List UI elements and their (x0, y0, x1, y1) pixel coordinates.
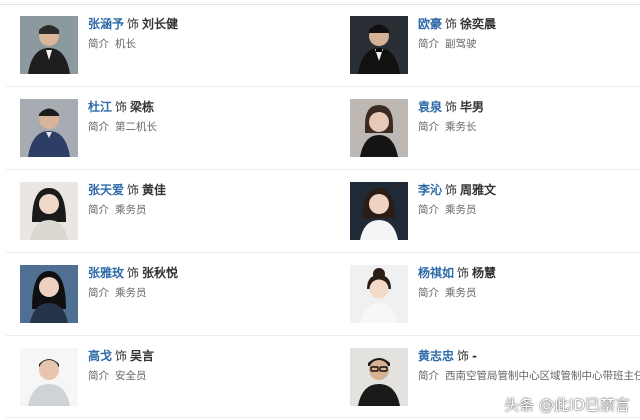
name-line: 杨祺如饰杨慧 (418, 265, 496, 281)
row-divider (6, 252, 640, 253)
watermark-text: 头条 @此ID已禁言 (504, 396, 630, 414)
cast-card[interactable]: 欧豪饰徐奕晨 简介 副驾驶 (350, 16, 640, 86)
name-line: 张雅玫饰张秋悦 (88, 265, 178, 281)
top-divider (0, 4, 640, 5)
name-line: 黄志忠饰 - (418, 348, 477, 364)
desc-text: 乘务长 (445, 121, 477, 133)
desc-line: 简介 机长 (88, 37, 136, 51)
actor-photo[interactable] (20, 99, 78, 157)
name-line: 张涵予饰刘长健 (88, 16, 178, 32)
role-name: 周雅文 (460, 183, 497, 197)
desc-label: 简介 (418, 38, 439, 50)
connector-text: 饰 (457, 349, 470, 363)
desc-label: 简介 (88, 370, 109, 382)
desc-line: 简介 乘务员 (418, 203, 477, 217)
connector-text: 饰 (457, 266, 470, 280)
actor-name-link[interactable]: 欧豪 (418, 17, 442, 31)
actor-photo[interactable] (20, 348, 78, 406)
desc-label: 简介 (88, 38, 109, 50)
actor-photo[interactable] (20, 16, 78, 74)
desc-line: 简介 乘务员 (88, 286, 147, 300)
connector-text: 饰 (445, 17, 458, 31)
desc-text: 机长 (115, 38, 136, 50)
actor-photo[interactable] (20, 182, 78, 240)
desc-label: 简介 (88, 204, 109, 216)
desc-text: 乘务员 (115, 204, 147, 216)
actor-name-link[interactable]: 杜江 (88, 100, 112, 114)
desc-label: 简介 (418, 370, 439, 382)
actor-photo[interactable] (20, 265, 78, 323)
cast-card[interactable]: 张天爱饰黄佳 简介 乘务员 (20, 182, 320, 252)
name-line: 杜江饰梁栋 (88, 99, 154, 115)
actor-name-link[interactable]: 高戈 (88, 349, 112, 363)
cast-card[interactable]: 张雅玫饰张秋悦 简介 乘务员 (20, 265, 320, 335)
connector-text: 饰 (115, 349, 128, 363)
row-divider (6, 169, 640, 170)
actor-photo[interactable] (350, 348, 408, 406)
name-line: 张天爱饰黄佳 (88, 182, 166, 198)
actor-photo[interactable] (350, 99, 408, 157)
cast-card[interactable]: 高戈饰吴言 简介 安全员 (20, 348, 320, 418)
desc-line: 简介 乘务员 (418, 286, 477, 300)
role-name: - (472, 349, 478, 363)
actor-name-link[interactable]: 李沁 (418, 183, 442, 197)
desc-line: 简介 乘务长 (418, 120, 477, 134)
desc-text: 第二机长 (115, 121, 157, 133)
name-line: 欧豪饰徐奕晨 (418, 16, 496, 32)
role-name: 杨慧 (472, 266, 497, 280)
desc-line: 简介 乘务员 (88, 203, 147, 217)
cast-list-panel: 张涵予饰刘长健 简介 机长 欧豪饰徐奕晨 简介 副驾驶 杜江饰梁栋 简介 第二机长 (0, 0, 640, 420)
desc-line: 简介 安全员 (88, 369, 147, 383)
role-name: 梁栋 (130, 100, 155, 114)
cast-card[interactable]: 李沁饰周雅文 简介 乘务员 (350, 182, 640, 252)
desc-text: 副驾驶 (445, 38, 477, 50)
name-line: 高戈饰吴言 (88, 348, 154, 364)
desc-label: 简介 (418, 287, 439, 299)
name-line: 袁泉饰毕男 (418, 99, 484, 115)
role-name: 毕男 (460, 100, 485, 114)
name-line: 李沁饰周雅文 (418, 182, 496, 198)
actor-photo[interactable] (350, 265, 408, 323)
connector-text: 饰 (127, 17, 140, 31)
actor-name-link[interactable]: 黄志忠 (418, 349, 454, 363)
desc-line: 简介 副驾驶 (418, 37, 477, 51)
role-name: 黄佳 (142, 183, 167, 197)
cast-card[interactable]: 张涵予饰刘长健 简介 机长 (20, 16, 320, 86)
actor-name-link[interactable]: 张雅玫 (88, 266, 124, 280)
role-name: 张秋悦 (142, 266, 179, 280)
desc-line: 简介 西南空管局管制中心区域管制中心带班主任 (418, 369, 640, 383)
connector-text: 饰 (127, 183, 140, 197)
row-divider (6, 335, 640, 336)
desc-label: 简介 (418, 121, 439, 133)
actor-photo[interactable] (350, 182, 408, 240)
desc-text: 乘务员 (445, 287, 477, 299)
role-name: 徐奕晨 (460, 17, 497, 31)
cast-card[interactable]: 袁泉饰毕男 简介 乘务长 (350, 99, 640, 169)
connector-text: 饰 (445, 100, 458, 114)
desc-text: 乘务员 (115, 287, 147, 299)
actor-photo[interactable] (350, 16, 408, 74)
role-name: 吴言 (130, 349, 155, 363)
row-divider (6, 86, 640, 87)
cast-card[interactable]: 杨祺如饰杨慧 简介 乘务员 (350, 265, 640, 335)
actor-name-link[interactable]: 袁泉 (418, 100, 442, 114)
desc-label: 简介 (418, 204, 439, 216)
desc-line: 简介 第二机长 (88, 120, 157, 134)
connector-text: 饰 (115, 100, 128, 114)
actor-name-link[interactable]: 张涵予 (88, 17, 124, 31)
desc-label: 简介 (88, 121, 109, 133)
connector-text: 饰 (445, 183, 458, 197)
role-name: 刘长健 (142, 17, 179, 31)
desc-label: 简介 (88, 287, 109, 299)
desc-text: 西南空管局管制中心区域管制中心带班主任 (445, 370, 640, 382)
desc-text: 乘务员 (445, 204, 477, 216)
cast-card[interactable]: 杜江饰梁栋 简介 第二机长 (20, 99, 320, 169)
connector-text: 饰 (127, 266, 140, 280)
actor-name-link[interactable]: 张天爱 (88, 183, 124, 197)
actor-name-link[interactable]: 杨祺如 (418, 266, 454, 280)
desc-text: 安全员 (115, 370, 147, 382)
